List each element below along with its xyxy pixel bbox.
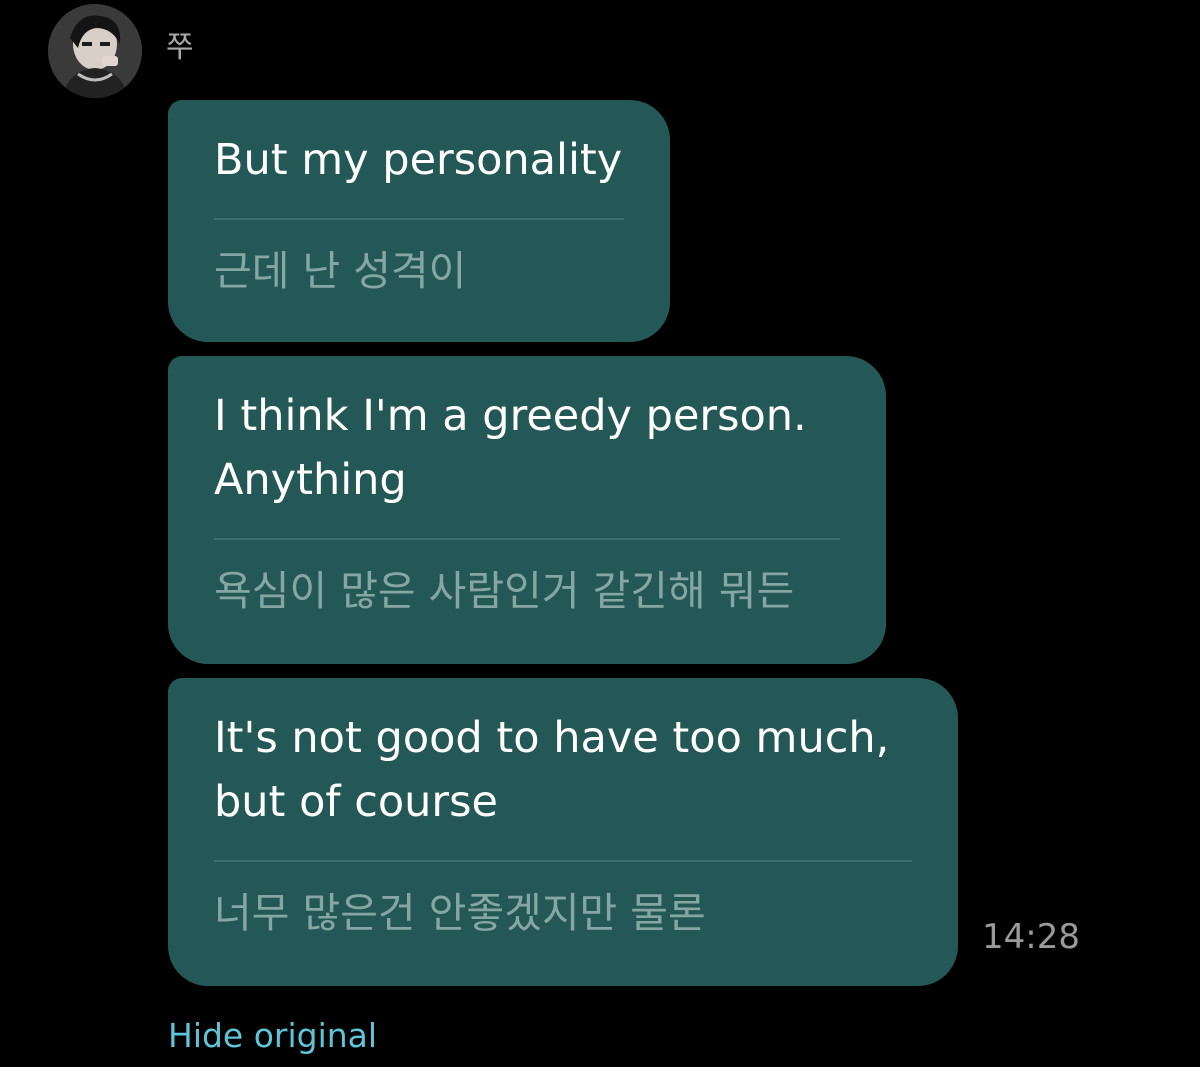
translation-divider: [214, 218, 624, 220]
translated-text: I think I'm a greedy person. Anything: [214, 391, 807, 505]
avatar[interactable]: [48, 4, 142, 98]
message-timestamp: 14:28: [982, 917, 1080, 957]
original-text: 근데 난 성격이: [214, 247, 467, 295]
translation-divider: [214, 538, 840, 540]
avatar-photo-icon: [48, 4, 142, 98]
original-text: 욕심이 많은 사람인거 같긴해 뭐든: [214, 567, 795, 615]
original-text: 너무 많은건 안좋겠지만 물론: [214, 889, 706, 937]
message-bubble[interactable]: But my personality 근데 난 성격이: [168, 100, 670, 342]
sender-name: 쭈: [166, 30, 194, 65]
message-bubble[interactable]: I think I'm a greedy person. Anything 욕심…: [168, 356, 886, 664]
translation-divider: [214, 860, 912, 862]
message-bubble[interactable]: It's not good to have too much, but of c…: [168, 678, 958, 986]
hide-original-link[interactable]: Hide original: [168, 1016, 377, 1056]
translated-text: But my personality: [214, 135, 623, 185]
translated-text: It's not good to have too much, but of c…: [214, 713, 890, 827]
